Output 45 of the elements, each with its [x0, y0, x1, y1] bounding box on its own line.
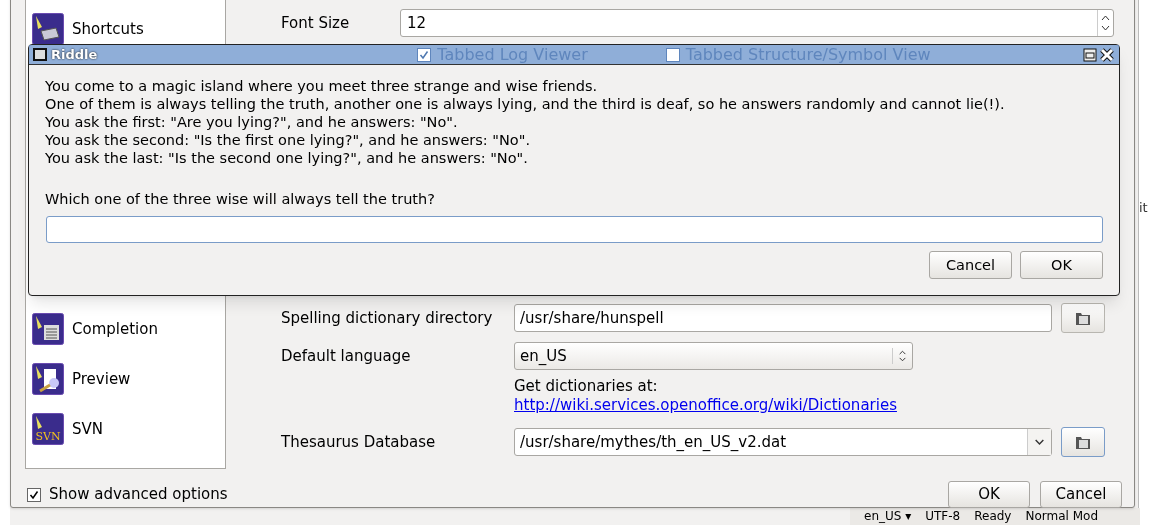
status-text: en_US ▾ — [864, 509, 912, 525]
riddle-text: One of them is always telling the truth, another one is always lying, and the third is deaf, so he answers randomly and cannot lie(!). — [45, 95, 1006, 113]
checkbox-label: Show advanced options — [49, 484, 229, 506]
riddle-text: You ask the second: "Is the first one lying?", and he answers: "No". — [45, 131, 532, 149]
checkbox[interactable] — [417, 47, 432, 62]
thesaurus-combobox[interactable]: /usr/share/mythes/th_en_US_v2.dat — [514, 428, 1052, 456]
window-icon — [33, 48, 47, 61]
riddle-text: You ask the last: "Is the second one lying?", and he answers: "No". — [45, 149, 529, 167]
dictionaries-link[interactable]: http://wiki.services.openoffice.org/wiki/Dictionaries — [514, 396, 1114, 415]
question-text: Which one of the three wise will always tell the truth? — [45, 190, 436, 208]
language-dropdown[interactable]: en_US — [514, 342, 913, 370]
checkbox[interactable] — [27, 487, 41, 502]
chevron-down-icon — [1027, 429, 1051, 455]
browse-button[interactable] — [1061, 427, 1105, 457]
dialog-button[interactable]: OK — [948, 481, 1030, 508]
browse-button[interactable] — [1061, 303, 1105, 333]
category-item[interactable]: Completion — [32, 304, 219, 354]
dialog-button[interactable]: Cancel — [1040, 481, 1122, 508]
hint-text: Get dictionaries at: — [514, 377, 659, 396]
riddle-text: You come to a magic island where you meet three strange and wise friends. — [45, 77, 599, 95]
completion-icon — [32, 313, 64, 345]
font-size-spinbox[interactable]: 12 — [400, 9, 1114, 37]
checkbox[interactable] — [665, 47, 680, 62]
folder-icon — [1075, 310, 1091, 326]
window-title: Riddle — [51, 45, 98, 64]
field-label: Thesaurus Database — [281, 431, 437, 453]
dialog-button[interactable]: Cancel — [929, 251, 1012, 279]
status-text: Ready — [974, 509, 1012, 525]
status-text: UTF-8 — [925, 509, 961, 525]
editor-text: it — [1139, 199, 1148, 217]
status-text: Normal Mod — [1025, 509, 1099, 525]
field-label: Spelling dictionary directory — [281, 307, 494, 329]
field-label: Font Size — [281, 12, 351, 34]
close-icon[interactable] — [1099, 46, 1115, 63]
category-item[interactable]: SVN SVN — [32, 404, 219, 454]
riddle-text: You ask the first: "Are you lying?", and he answers: "No". — [45, 113, 459, 131]
category-item[interactable]: Preview — [32, 354, 219, 404]
maximize-icon[interactable] — [1083, 47, 1097, 62]
field-label: Default language — [281, 345, 412, 367]
dialog-button[interactable]: OK — [1020, 251, 1103, 279]
shortcuts-icon — [32, 13, 64, 45]
svn-icon: SVN — [32, 413, 64, 445]
path-field[interactable]: /usr/share/hunspell — [514, 304, 1052, 332]
preview-icon — [32, 363, 64, 395]
folder-icon — [1075, 434, 1091, 450]
